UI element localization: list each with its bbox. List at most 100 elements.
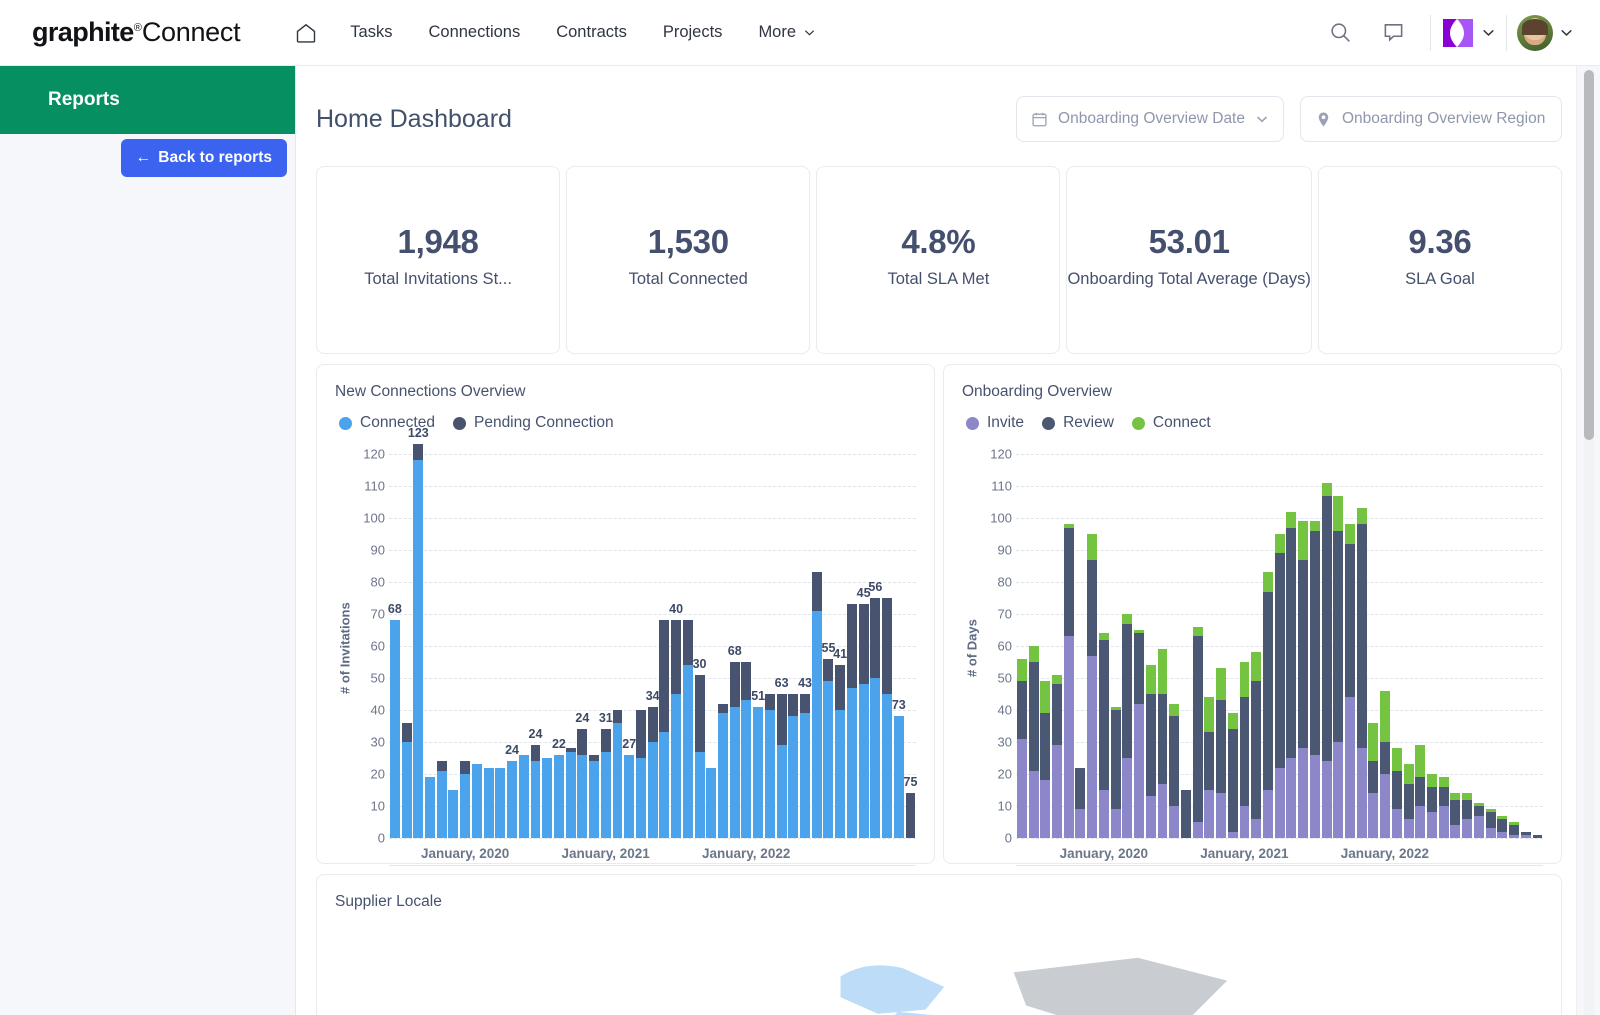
bar-column[interactable]: 75 (904, 438, 917, 838)
bar-column[interactable] (635, 438, 646, 838)
bar-column[interactable] (1016, 438, 1027, 838)
bar-column[interactable] (1321, 438, 1332, 838)
bar-column[interactable]: 51 (751, 438, 765, 838)
bar-column[interactable] (1262, 438, 1273, 838)
nav-item-contracts[interactable]: Contracts (538, 13, 645, 52)
bar-column[interactable] (1497, 438, 1508, 838)
nav-item-connections[interactable]: Connections (410, 13, 538, 52)
bar-column[interactable]: 63 (775, 438, 789, 838)
bar-column[interactable]: 73 (892, 438, 906, 838)
bar-column[interactable]: 43 (798, 438, 812, 838)
bar-column[interactable]: 45 (857, 438, 871, 838)
bar-column[interactable] (1286, 438, 1297, 838)
nav-item-tasks[interactable]: Tasks (332, 13, 410, 52)
bar-column[interactable]: 22 (552, 438, 566, 838)
bar-column[interactable] (811, 438, 822, 838)
bar-column[interactable] (1251, 438, 1262, 838)
bar-column[interactable]: 40 (669, 438, 683, 838)
chat-bubble-icon[interactable] (1367, 14, 1420, 51)
bar-column[interactable] (401, 438, 412, 838)
search-icon[interactable] (1314, 14, 1367, 51)
bar-column[interactable] (1368, 438, 1379, 838)
bar-column[interactable] (1345, 438, 1355, 838)
bar-column[interactable] (565, 438, 576, 838)
bar-column[interactable] (1520, 438, 1531, 838)
bar-column[interactable] (1450, 438, 1461, 838)
profile-chevron-down-icon[interactable] (1559, 25, 1574, 40)
user-avatar[interactable] (1517, 14, 1553, 51)
bar-column[interactable] (1415, 438, 1426, 838)
bar-column[interactable] (1438, 438, 1449, 838)
legend-item-invite[interactable]: Invite (966, 414, 1024, 432)
bar-column[interactable] (1216, 438, 1227, 838)
bar-column[interactable]: 56 (868, 438, 882, 838)
bar-column[interactable] (471, 438, 482, 838)
bar-column[interactable] (448, 438, 459, 838)
bar-column[interactable] (1052, 438, 1062, 838)
bar-column[interactable] (706, 438, 717, 838)
bar-column[interactable] (1145, 438, 1156, 838)
bar-column[interactable] (1462, 438, 1473, 838)
bar-column[interactable]: 34 (646, 438, 660, 838)
bar-column[interactable] (659, 438, 670, 838)
bar-column[interactable] (425, 438, 435, 838)
filter-onboarding-overview-region[interactable]: Onboarding Overview Region (1300, 96, 1562, 142)
bar-column[interactable]: 30 (693, 438, 707, 838)
bar-column[interactable] (1087, 438, 1098, 838)
bar-column[interactable] (1134, 438, 1145, 838)
bar-column[interactable] (612, 438, 623, 838)
bar-column[interactable] (1075, 438, 1086, 838)
bar-column[interactable] (460, 438, 471, 838)
vertical-scrollbar[interactable] (1584, 70, 1594, 1015)
bar-column[interactable] (1192, 438, 1203, 838)
bar-column[interactable]: 41 (833, 438, 847, 838)
bar-column[interactable] (1180, 438, 1191, 838)
nav-item-more[interactable]: More (740, 13, 834, 52)
bar-column[interactable]: 24 (575, 438, 589, 838)
workspace-logo-icon[interactable] (1441, 18, 1475, 48)
bar-column[interactable] (495, 438, 506, 838)
bar-column[interactable] (1169, 438, 1180, 838)
home-icon[interactable] (280, 13, 332, 53)
bar-column[interactable] (1204, 438, 1215, 838)
nav-item-projects[interactable]: Projects (645, 13, 741, 52)
bar-column[interactable] (1309, 438, 1320, 838)
scrollbar-thumb[interactable] (1584, 70, 1594, 440)
bar-column[interactable] (682, 438, 693, 838)
bar-column[interactable] (882, 438, 893, 838)
bar-column[interactable] (1391, 438, 1402, 838)
bar-column[interactable] (1356, 438, 1367, 838)
bar-column[interactable] (1110, 438, 1121, 838)
bar-column[interactable] (1298, 438, 1309, 838)
bar-column[interactable] (1227, 438, 1238, 838)
back-to-reports-button[interactable]: ← Back to reports (120, 139, 287, 177)
legend-item-review[interactable]: Review (1042, 414, 1114, 432)
bar-column[interactable]: 31 (599, 438, 613, 838)
bar-column[interactable] (1427, 438, 1437, 838)
bar-column[interactable] (1380, 438, 1391, 838)
bar-column[interactable] (1040, 438, 1051, 838)
bar-column[interactable] (764, 438, 775, 838)
bar-column[interactable] (436, 438, 447, 838)
bar-column[interactable] (518, 438, 529, 838)
bar-column[interactable]: 24 (529, 438, 542, 838)
bar-column[interactable] (1274, 438, 1285, 838)
bar-column[interactable]: 55 (822, 438, 835, 838)
bar-column[interactable] (788, 438, 799, 838)
legend-item-pending-connection[interactable]: Pending Connection (452, 414, 614, 432)
bar-column[interactable] (1509, 438, 1520, 838)
bar-column[interactable] (1239, 438, 1250, 838)
filter-onboarding-overview-date[interactable]: Onboarding Overview Date (1016, 96, 1284, 142)
sidebar-item-reports[interactable]: Reports (0, 66, 295, 134)
world-map[interactable] (317, 935, 1561, 1015)
bar-column[interactable] (589, 438, 600, 838)
bar-column[interactable] (1333, 438, 1344, 838)
bar-column[interactable] (542, 438, 553, 838)
bar-column[interactable] (1098, 438, 1109, 838)
bar-column[interactable] (1028, 438, 1039, 838)
app-logo[interactable]: graphite ® Connect (32, 17, 241, 48)
bar-column[interactable]: 24 (505, 438, 519, 838)
bar-column[interactable]: 27 (622, 438, 636, 838)
bar-column[interactable]: 68 (388, 438, 402, 838)
bar-column[interactable] (846, 438, 857, 838)
